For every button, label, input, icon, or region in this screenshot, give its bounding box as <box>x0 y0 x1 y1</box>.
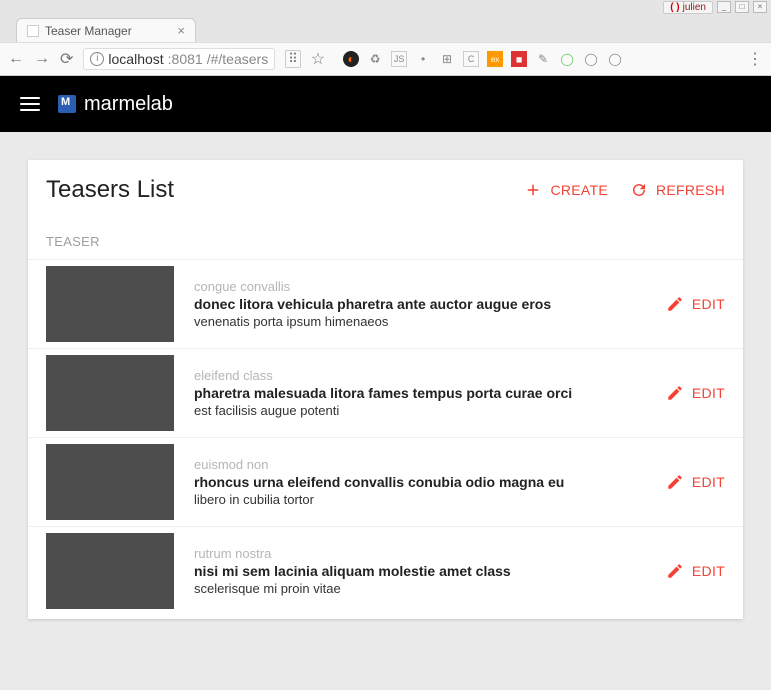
back-button[interactable]: ← <box>8 50 24 68</box>
table-row: euismod non rhoncus urna eleifend convall… <box>28 437 743 526</box>
extension-icon[interactable]: ◯ <box>583 51 599 67</box>
browser-toolbar: ← → ⟳ i localhost :8081/#/teasers ⠿ ☆ ◐ ♻… <box>0 42 771 76</box>
table-row: eleifend class pharetra malesuada litora … <box>28 348 743 437</box>
tab-title: Teaser Manager <box>45 24 132 38</box>
extension-icon[interactable]: JS <box>391 51 407 67</box>
window-close-button[interactable]: × <box>753 1 767 13</box>
teaser-title: nisi mi sem lacinia aliquam molestie ame… <box>194 563 646 579</box>
os-username: julien <box>683 2 706 13</box>
create-label: CREATE <box>550 182 608 198</box>
rows-container: congue convallis donec litora vehicula ph… <box>28 259 743 615</box>
page-title: Teasers List <box>46 176 174 204</box>
teaser-kicker: rutrum nostra <box>194 546 646 561</box>
teaser-title: donec litora vehicula pharetra ante auct… <box>194 296 646 312</box>
reload-button[interactable]: ⟳ <box>60 49 73 69</box>
info-icon[interactable]: i <box>90 52 104 66</box>
os-user-badge: ( ) julien <box>663 1 713 14</box>
extension-icon[interactable]: ex <box>487 51 503 67</box>
url-path: /#/teasers <box>207 51 268 67</box>
teaser-subtitle: libero in cubilia tortor <box>194 492 646 507</box>
pencil-icon <box>666 384 684 402</box>
teaser-kicker: eleifend class <box>194 368 646 383</box>
pencil-icon <box>666 295 684 313</box>
refresh-button[interactable]: REFRESH <box>630 181 725 199</box>
bookmark-icon[interactable]: ☆ <box>311 49 325 69</box>
teaser-subtitle: venenatis porta ipsum himenaeos <box>194 314 646 329</box>
translate-icon[interactable]: ⠿ <box>285 50 301 68</box>
app-brand[interactable]: marmelab <box>58 93 173 116</box>
teaser-title: rhoncus urna eleifend convallis conubia … <box>194 474 646 490</box>
teaser-body: rutrum nostra nisi mi sem lacinia aliquam… <box>194 546 646 596</box>
brand-text: marmelab <box>84 93 173 116</box>
teaser-body: euismod non rhoncus urna eleifend convall… <box>194 457 646 507</box>
pencil-icon <box>666 562 684 580</box>
url-port: :8081 <box>168 51 203 67</box>
refresh-icon <box>630 181 648 199</box>
teaser-thumbnail <box>46 533 174 609</box>
edit-label: EDIT <box>692 563 725 579</box>
window-minimize-button[interactable]: _ <box>717 1 731 13</box>
extension-icon[interactable]: ◯ <box>559 51 575 67</box>
extension-icon[interactable]: ◐ <box>343 51 359 67</box>
page-canvas: Teasers List CREATE REFRESH TEASER congu… <box>0 132 771 690</box>
teaser-body: eleifend class pharetra malesuada litora … <box>194 368 646 418</box>
plus-icon <box>524 181 542 199</box>
close-icon[interactable]: × <box>177 23 185 38</box>
edit-button[interactable]: EDIT <box>666 295 725 313</box>
table-row: congue convallis donec litora vehicula ph… <box>28 259 743 348</box>
extension-icon[interactable]: C <box>463 51 479 67</box>
pencil-icon <box>666 473 684 491</box>
menu-icon[interactable] <box>20 97 40 111</box>
teaser-thumbnail <box>46 444 174 520</box>
app-header: marmelab <box>0 76 771 132</box>
edit-button[interactable]: EDIT <box>666 473 725 491</box>
extension-icon[interactable]: ◼ <box>511 51 527 67</box>
teaser-subtitle: scelerisque mi proin vitae <box>194 581 646 596</box>
teaser-kicker: euismod non <box>194 457 646 472</box>
url-host: localhost <box>108 51 163 67</box>
extension-icon[interactable]: • <box>415 51 431 67</box>
os-title-bar: ( ) julien _ □ × <box>0 0 771 14</box>
brand-logo-icon <box>58 95 76 113</box>
edit-button[interactable]: EDIT <box>666 562 725 580</box>
card-header: Teasers List CREATE REFRESH <box>28 160 743 210</box>
extension-icon[interactable]: ♻ <box>367 51 383 67</box>
edit-label: EDIT <box>692 474 725 490</box>
favicon <box>27 25 39 37</box>
edit-label: EDIT <box>692 296 725 312</box>
edit-button[interactable]: EDIT <box>666 384 725 402</box>
teaser-title: pharetra malesuada litora fames tempus p… <box>194 385 646 401</box>
browser-menu-button[interactable]: ⋮ <box>747 49 763 69</box>
extension-icon[interactable]: ◯ <box>607 51 623 67</box>
window-maximize-button[interactable]: □ <box>735 1 749 13</box>
card-actions: CREATE REFRESH <box>524 181 725 199</box>
teaser-kicker: congue convallis <box>194 279 646 294</box>
extension-icon[interactable]: ⊞ <box>439 51 455 67</box>
table-row: rutrum nostra nisi mi sem lacinia aliquam… <box>28 526 743 615</box>
create-button[interactable]: CREATE <box>524 181 608 199</box>
browser-tab[interactable]: Teaser Manager × <box>16 18 196 42</box>
address-bar[interactable]: i localhost :8081/#/teasers <box>83 48 275 70</box>
list-card: Teasers List CREATE REFRESH TEASER congu… <box>28 160 743 619</box>
extension-icons: ◐ ♻ JS • ⊞ C ex ◼ ✎ ◯ ◯ ◯ <box>343 51 623 67</box>
teaser-body: congue convallis donec litora vehicula ph… <box>194 279 646 329</box>
browser-tab-strip: Teaser Manager × <box>0 14 771 42</box>
teaser-thumbnail <box>46 355 174 431</box>
teaser-thumbnail <box>46 266 174 342</box>
parentheses-icon: ( ) <box>670 2 679 13</box>
extension-icon[interactable]: ✎ <box>535 51 551 67</box>
forward-button[interactable]: → <box>34 50 50 68</box>
refresh-label: REFRESH <box>656 182 725 198</box>
column-header: TEASER <box>28 210 743 259</box>
teaser-subtitle: est facilisis augue potenti <box>194 403 646 418</box>
edit-label: EDIT <box>692 385 725 401</box>
